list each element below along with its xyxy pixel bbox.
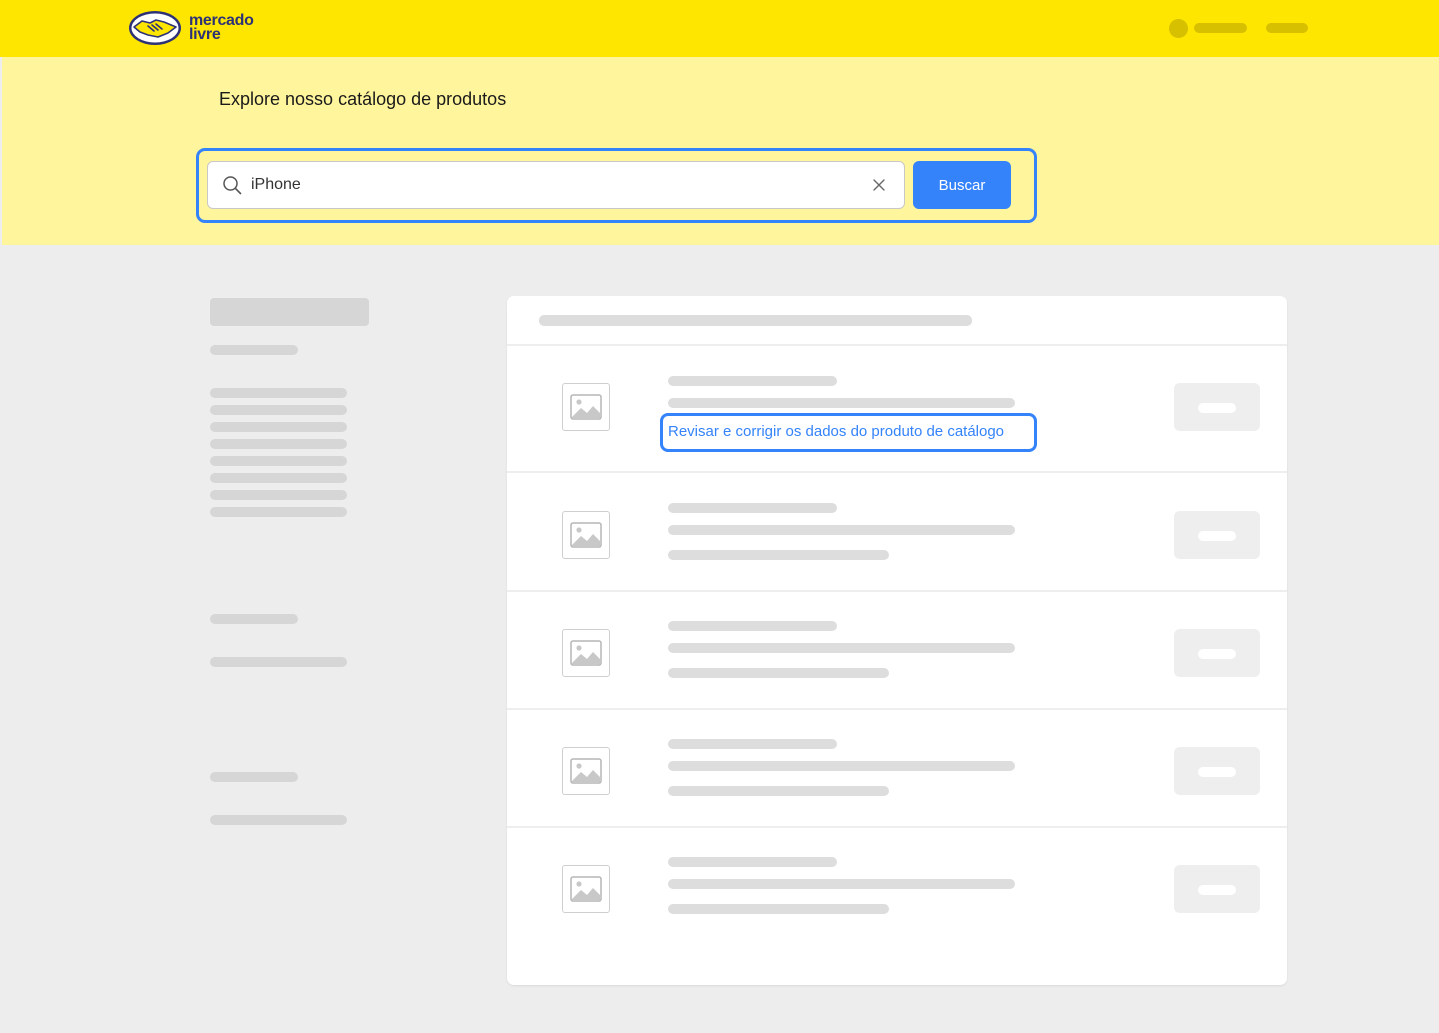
item-title-skeleton bbox=[668, 376, 837, 386]
image-placeholder-icon bbox=[570, 394, 602, 420]
item-line-skeleton bbox=[668, 668, 889, 678]
item-action-button-skeleton[interactable] bbox=[1174, 383, 1260, 431]
item-line-skeleton bbox=[668, 904, 889, 914]
review-catalog-product-link[interactable]: Revisar e corrigir os dados do produto d… bbox=[668, 423, 1004, 441]
sidebar-line-skeleton bbox=[210, 473, 347, 483]
image-placeholder-icon bbox=[570, 640, 602, 666]
sidebar-line-skeleton bbox=[210, 388, 347, 398]
top-navbar: mercado livre bbox=[0, 0, 1439, 57]
divider bbox=[507, 471, 1287, 473]
logo-text: mercado livre bbox=[189, 13, 254, 43]
item-title-skeleton bbox=[668, 621, 837, 631]
sidebar-line-skeleton bbox=[210, 456, 347, 466]
item-line-skeleton bbox=[668, 879, 1015, 889]
sidebar-line-skeleton bbox=[210, 657, 347, 667]
item-line-skeleton bbox=[668, 550, 889, 560]
logo-text-line2: livre bbox=[189, 26, 221, 43]
mercado-livre-logo[interactable]: mercado livre bbox=[128, 10, 254, 46]
button-label-skeleton bbox=[1198, 531, 1236, 541]
search-button[interactable]: Buscar bbox=[913, 161, 1011, 209]
divider bbox=[507, 826, 1287, 828]
divider bbox=[507, 344, 1287, 346]
sidebar-subtitle-skeleton bbox=[210, 345, 298, 355]
product-image-placeholder bbox=[562, 865, 610, 913]
product-image-placeholder bbox=[562, 511, 610, 559]
search-input[interactable] bbox=[207, 161, 905, 209]
item-action-button-skeleton[interactable] bbox=[1174, 865, 1260, 913]
button-label-skeleton bbox=[1198, 767, 1236, 777]
sidebar-heading-skeleton bbox=[210, 614, 298, 624]
item-line-skeleton bbox=[668, 643, 1015, 653]
sidebar-line-skeleton bbox=[210, 507, 347, 517]
item-action-button-skeleton[interactable] bbox=[1174, 629, 1260, 677]
item-action-button-skeleton[interactable] bbox=[1174, 511, 1260, 559]
product-image-placeholder bbox=[562, 747, 610, 795]
item-line-skeleton bbox=[668, 761, 1015, 771]
user-name-placeholder[interactable] bbox=[1194, 23, 1247, 33]
handshake-logo-icon bbox=[129, 11, 181, 45]
close-icon[interactable] bbox=[870, 176, 888, 194]
item-line-skeleton bbox=[668, 525, 1015, 535]
image-placeholder-icon bbox=[570, 876, 602, 902]
search-input-value[interactable]: iPhone bbox=[251, 175, 301, 195]
sidebar-line-skeleton bbox=[210, 405, 347, 415]
item-title-skeleton bbox=[668, 503, 837, 513]
sidebar-line-skeleton bbox=[210, 422, 347, 432]
product-image-placeholder bbox=[562, 629, 610, 677]
sidebar-line-skeleton bbox=[210, 490, 347, 500]
item-line-skeleton bbox=[668, 786, 889, 796]
search-icon bbox=[223, 176, 242, 195]
button-label-skeleton bbox=[1198, 649, 1236, 659]
sidebar-line-skeleton bbox=[210, 439, 347, 449]
page-title: Explore nosso catálogo de produtos bbox=[219, 89, 507, 109]
sidebar-heading-skeleton bbox=[210, 772, 298, 782]
divider bbox=[507, 590, 1287, 592]
item-line-skeleton bbox=[668, 398, 1015, 408]
item-action-button-skeleton[interactable] bbox=[1174, 747, 1260, 795]
user-avatar-placeholder[interactable] bbox=[1169, 19, 1188, 38]
button-label-skeleton bbox=[1198, 403, 1236, 413]
image-placeholder-icon bbox=[570, 522, 602, 548]
divider bbox=[507, 708, 1287, 710]
button-label-skeleton bbox=[1198, 885, 1236, 895]
image-placeholder-icon bbox=[570, 758, 602, 784]
item-title-skeleton bbox=[668, 739, 837, 749]
nav-link-placeholder[interactable] bbox=[1266, 23, 1308, 33]
product-image-placeholder bbox=[562, 383, 610, 431]
results-header-skeleton bbox=[539, 315, 972, 326]
item-title-skeleton bbox=[668, 857, 837, 867]
sidebar-title-skeleton bbox=[210, 298, 369, 326]
sidebar-line-skeleton bbox=[210, 815, 347, 825]
